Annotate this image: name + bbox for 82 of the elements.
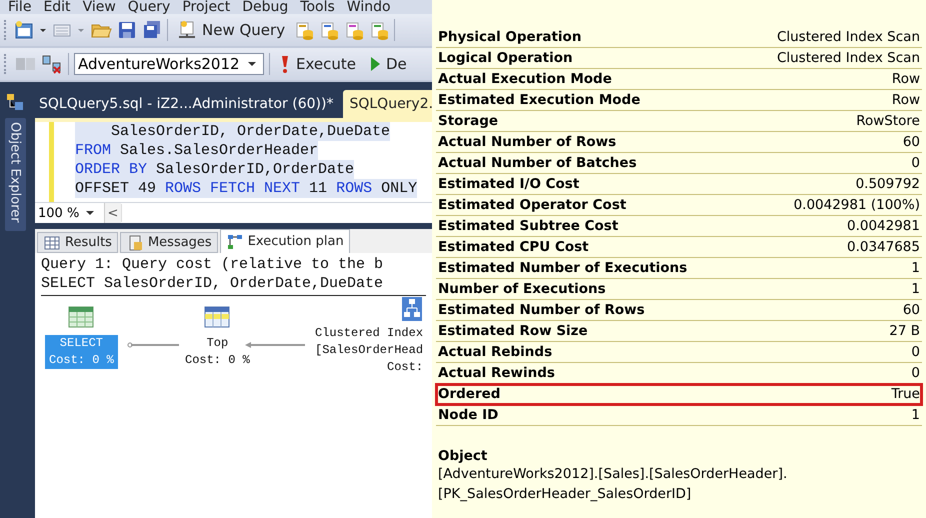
property-name: Estimated Execution Mode	[438, 92, 640, 108]
new-project-icon[interactable]	[14, 20, 34, 40]
menu-item[interactable]: Edit	[41, 0, 81, 14]
database-icon[interactable]	[294, 20, 314, 40]
code-editor[interactable]: SalesOrderID, OrderDate,DueDate FROM Sales.SalesOrderHeader ORDER BY SalesOrderID,OrderDate OFFSET 49 ROWS FETCH NEXT 11 ROWS ONLY	[35, 118, 432, 202]
property-value: 0.0042981 (100%)	[794, 197, 920, 213]
document-tab[interactable]: SQLQuery5.sql - iZ2...Administrator (60))*	[35, 90, 344, 118]
arrow-connector	[127, 341, 179, 349]
property-name: Actual Execution Mode	[438, 71, 612, 87]
new-query-button[interactable]: New Query	[173, 20, 290, 40]
caret-icon	[247, 59, 257, 69]
document-icon	[177, 20, 197, 40]
property-value: RowStore	[856, 113, 920, 129]
document-tab[interactable]: SQLQuery2.	[343, 90, 432, 118]
property-name: Estimated Operator Cost	[438, 197, 626, 213]
exclamation-icon	[279, 54, 291, 74]
scroll-left-button[interactable]: <	[105, 203, 121, 223]
property-name: Estimated Row Size	[438, 323, 588, 339]
menu-item[interactable]: Tools	[298, 0, 345, 14]
plan-node-label[interactable]: Clustered Index [SalesOrderHead Cost:	[311, 325, 428, 376]
debug-button[interactable]: De	[365, 54, 411, 74]
property-name: Actual Number of Batches	[438, 155, 637, 171]
property-name: Actual Rewinds	[438, 365, 555, 381]
database-icon[interactable]	[369, 20, 390, 40]
property-name: Actual Rebinds	[438, 344, 552, 360]
menu-item[interactable]: Project	[180, 0, 240, 14]
database-dropdown[interactable]: AdventureWorks2012	[74, 53, 264, 75]
flowchart-icon	[226, 232, 244, 250]
grid-icon	[43, 234, 61, 252]
plan-header-text: Query 1: Query cost (relative to the b	[41, 255, 384, 274]
property-name: Estimated I/O Cost	[438, 176, 580, 192]
property-name: Object	[437, 448, 488, 464]
property-name: Physical Operation	[438, 29, 582, 45]
property-value: [AdventureWorks2012].[Sales].[SalesOrderHeader]. [PK_SalesOrderHeader_SalesOrderID]	[437, 465, 788, 504]
property-value: 0	[911, 155, 920, 171]
result-tab[interactable]: Messages	[120, 232, 218, 253]
property-value: 1	[911, 281, 920, 297]
property-value: Row	[892, 71, 920, 87]
result-tab[interactable]: Results	[37, 232, 118, 253]
property-name: Number of Executions	[438, 281, 606, 297]
property-value: 0.0042981	[846, 218, 920, 234]
property-name: Node ID	[438, 407, 498, 423]
property-value: 1	[911, 407, 920, 423]
execute-button[interactable]: Execute	[275, 54, 360, 74]
plan-node-label[interactable]: Top Cost: 0 %	[181, 335, 254, 369]
property-value: 27 B	[889, 323, 920, 339]
menu-item[interactable]: Debug	[240, 0, 298, 14]
play-icon	[369, 54, 381, 74]
menu-item[interactable]: View	[80, 0, 126, 14]
property-value: 0	[911, 344, 920, 360]
property-value: Clustered Index Scan	[776, 29, 920, 45]
property-value: 0.509792	[856, 176, 920, 192]
object-explorer-tab[interactable]: Object Explorer	[4, 118, 26, 231]
property-name: Estimated CPU Cost	[438, 239, 589, 255]
property-name: Estimated Subtree Cost	[438, 218, 618, 234]
save-all-icon[interactable]	[142, 20, 162, 40]
property-value: 0	[911, 365, 920, 381]
property-name: Estimated Number of Rows	[438, 302, 645, 318]
disconnect-icon[interactable]	[41, 54, 63, 74]
property-name: Ordered	[438, 386, 500, 402]
property-name: Estimated Number of Executions	[438, 260, 688, 276]
result-tab[interactable]: Execution plan	[220, 229, 350, 253]
property-value: 60	[902, 302, 920, 318]
plan-header-text: SELECT SalesOrderID, OrderDate,DueDate	[41, 274, 384, 293]
caret-icon	[85, 208, 96, 218]
property-name: Storage	[438, 113, 498, 129]
property-name: Actual Number of Rows	[438, 134, 616, 150]
arrow-connector	[245, 341, 305, 349]
property-value: True	[891, 386, 920, 402]
property-value: 60	[902, 134, 920, 150]
save-icon[interactable]	[117, 20, 137, 40]
menu-item[interactable]: Windo	[344, 0, 401, 14]
menu-item[interactable]: File	[6, 0, 42, 14]
database-icon[interactable]	[319, 20, 340, 40]
server-tree-icon[interactable]	[5, 92, 25, 112]
property-value: 0.0347685	[846, 239, 920, 255]
property-value: Clustered Index Scan	[776, 50, 920, 66]
property-value: 1	[911, 260, 920, 276]
menu-item[interactable]: Query	[126, 0, 180, 14]
database-icon[interactable]	[344, 20, 364, 40]
property-name: Logical Operation	[438, 50, 573, 66]
property-value: Row	[892, 92, 920, 108]
